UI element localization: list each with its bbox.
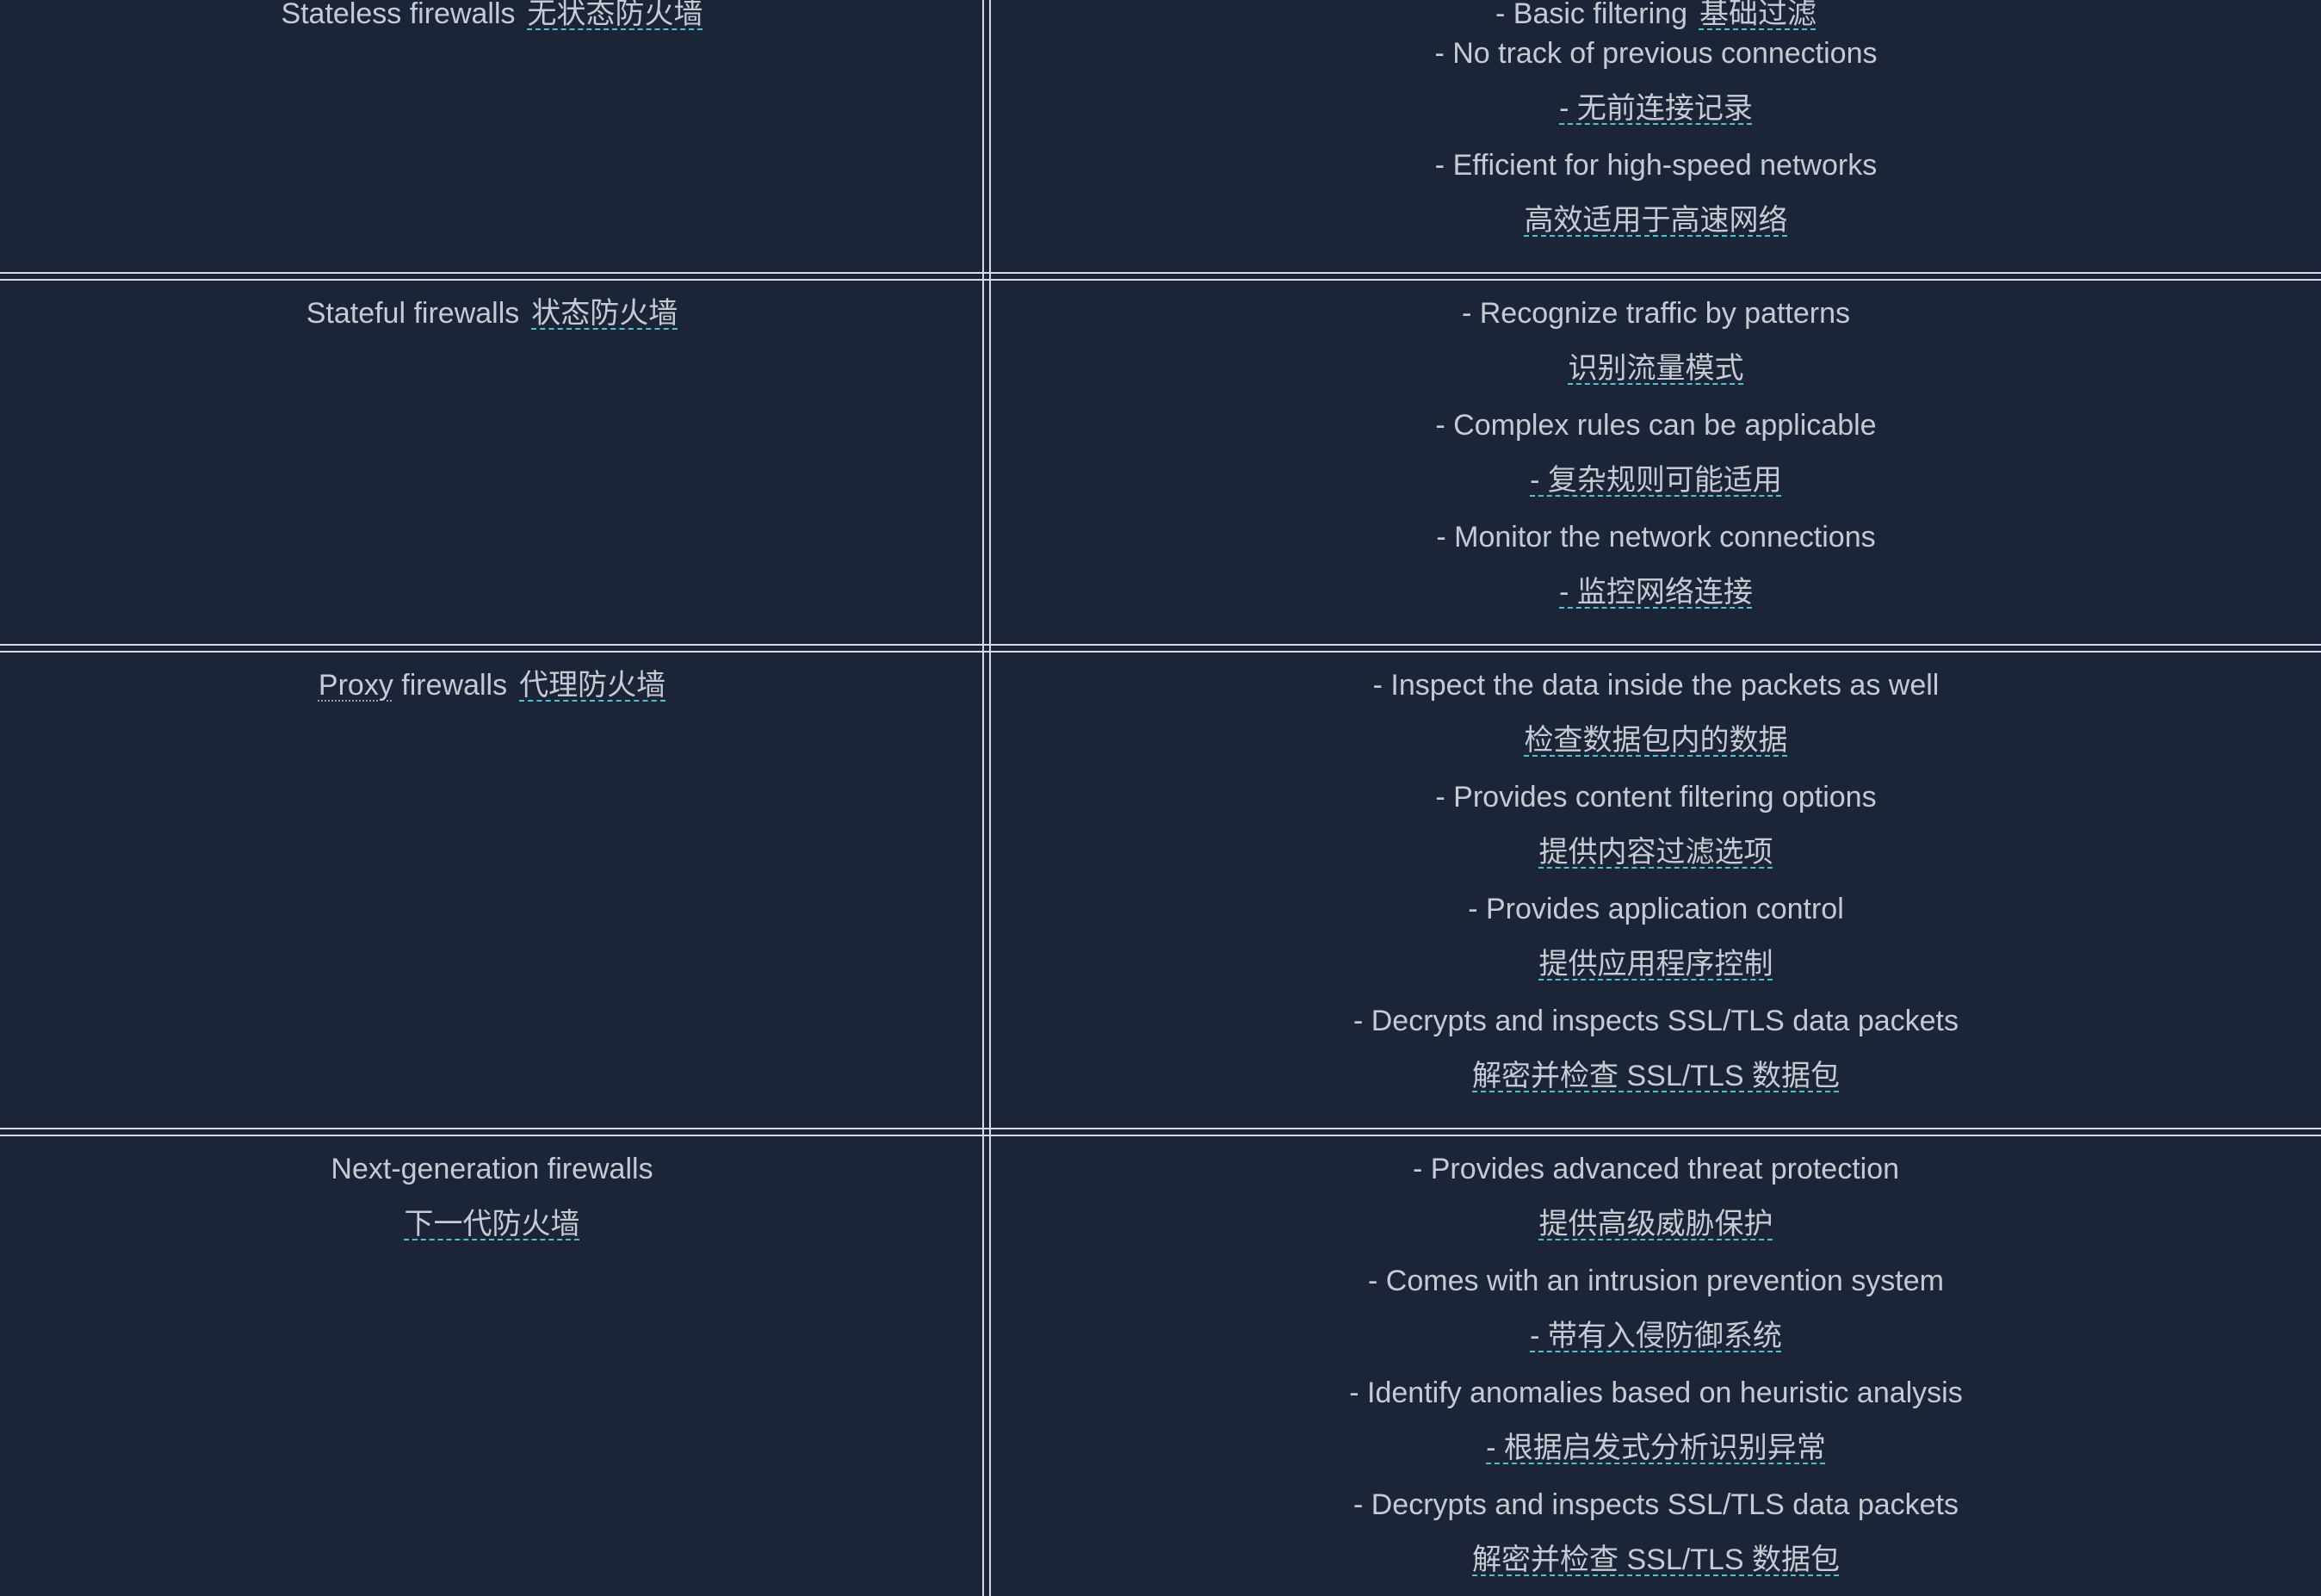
firewall-type-cell: Stateful firewalls 状态防火墙 <box>0 281 984 644</box>
firewall-comparison-table: Stateless firewalls 无状态防火墙 - Basic filter… <box>0 0 2321 1596</box>
table-row-next-generation: Next-generation firewalls 下一代防火墙 - Provi… <box>0 1136 2321 1596</box>
firewall-type-en: firewalls <box>401 669 508 702</box>
table-row-proxy: Proxy firewalls 代理防火墙 - Inspect the data … <box>0 653 2321 1128</box>
features-cell: - Recognize traffic by patterns 识别流量模式 -… <box>991 281 2321 644</box>
feature-zh[interactable]: - 带有入侵防御系统 <box>1530 1320 1782 1352</box>
feature-en-line: - Recognize traffic by patterns <box>1461 297 1851 330</box>
feature-en-line: - Complex rules can be applicable <box>1435 409 1877 442</box>
feature-zh[interactable]: - 根据启发式分析识别异常 <box>1486 1432 1826 1464</box>
feature-en-line: - Inspect the data inside the packets as… <box>1372 669 1940 702</box>
feature-zh[interactable]: - 监控网络连接 <box>1559 576 1753 609</box>
feature-zh[interactable]: 解密并检查 SSL/TLS 数据包 <box>1472 1543 1840 1576</box>
feature-zh-line: 解密并检查 SSL/TLS 数据包 <box>991 1541 2321 1579</box>
feature-en-line: - Comes with an intrusion prevention sys… <box>1368 1265 1944 1297</box>
feature-en-line: - Monitor the network connections <box>1436 521 1876 554</box>
firewall-type-zh[interactable]: 无状态防火墙 <box>528 0 703 30</box>
feature-zh[interactable]: 高效适用于高速网络 <box>1525 204 1788 237</box>
feature-zh-line: 解密并检查 SSL/TLS 数据包 <box>991 1057 2321 1095</box>
feature-zh-line: 识别流量模式 <box>991 350 2321 387</box>
firewall-type-name: Stateless firewalls 无状态防火墙 <box>0 0 984 33</box>
column-divider <box>982 0 991 1596</box>
feature-zh-line: 检查数据包内的数据 <box>991 721 2321 759</box>
feature-en-line: - Efficient for high-speed networks <box>1434 149 1878 182</box>
feature-zh[interactable]: 检查数据包内的数据 <box>1525 724 1788 757</box>
firewall-type-cell: Stateless firewalls 无状态防火墙 <box>0 0 984 272</box>
firewall-type-cell: Proxy firewalls 代理防火墙 <box>0 653 984 1128</box>
feature-en-line: - Provides advanced threat protection <box>1412 1153 1900 1185</box>
firewall-type-en-marked[interactable]: Proxy <box>319 669 393 702</box>
features-cell: - Basic filtering 基础过滤 - No track of prev… <box>991 0 2321 272</box>
row-divider <box>0 272 2321 281</box>
feature-zh[interactable]: 识别流量模式 <box>1569 352 1744 385</box>
feature-zh[interactable]: 提供高级威胁保护 <box>1539 1208 1773 1240</box>
firewall-type-cell: Next-generation firewalls 下一代防火墙 <box>0 1136 984 1596</box>
firewall-type-zh[interactable]: 下一代防火墙 <box>405 1208 580 1240</box>
feature-zh-line: 提供内容过滤选项 <box>991 833 2321 871</box>
feature-en-line: - Provides application control <box>1468 893 1844 925</box>
feature-en-line: - Decrypts and inspects SSL/TLS data pac… <box>1352 1005 1959 1037</box>
row-divider <box>0 644 2321 653</box>
firewall-type-en: Next-generation firewalls <box>331 1153 653 1185</box>
firewall-type-name: Proxy firewalls 代理防火墙 <box>0 666 984 704</box>
feature-zh[interactable]: 解密并检查 SSL/TLS 数据包 <box>1472 1060 1840 1092</box>
feature-zh[interactable]: - 无前连接记录 <box>1559 92 1753 125</box>
firewall-type-zh-line: 下一代防火墙 <box>0 1205 984 1243</box>
firewall-type-en: Stateful firewalls <box>306 297 520 330</box>
feature-zh-line: - 无前连接记录 <box>991 90 2321 127</box>
feature-zh[interactable]: 基础过滤 <box>1699 0 1817 30</box>
feature-en: - Basic filtering <box>1495 0 1687 30</box>
feature-zh-line: 提供高级威胁保护 <box>991 1205 2321 1243</box>
feature-zh[interactable]: - 复杂规则可能适用 <box>1530 464 1782 497</box>
firewall-type-zh[interactable]: 代理防火墙 <box>519 669 665 702</box>
firewall-type-name: Stateful firewalls 状态防火墙 <box>0 294 984 332</box>
feature-zh-line: - 根据启发式分析识别异常 <box>991 1429 2321 1467</box>
feature-line: - Basic filtering 基础过滤 <box>991 0 2321 33</box>
firewall-type-zh[interactable]: 状态防火墙 <box>531 297 678 330</box>
feature-zh-line: - 监控网络连接 <box>991 573 2321 611</box>
feature-en-line: - Provides content filtering options <box>1435 781 1877 813</box>
feature-zh-line: 高效适用于高速网络 <box>991 201 2321 239</box>
feature-en-line: - Identify anomalies based on heuristic … <box>1349 1376 1963 1409</box>
feature-zh-line: - 带有入侵防御系统 <box>991 1317 2321 1355</box>
feature-zh[interactable]: 提供应用程序控制 <box>1539 948 1773 980</box>
features-cell: - Inspect the data inside the packets as… <box>991 653 2321 1128</box>
row-divider <box>0 1128 2321 1136</box>
table-row-stateful: Stateful firewalls 状态防火墙 - Recognize traf… <box>0 281 2321 644</box>
feature-zh[interactable]: 提供内容过滤选项 <box>1539 836 1773 869</box>
firewall-type-en: Stateless firewalls <box>281 0 516 30</box>
feature-en-line: - No track of previous connections <box>1434 37 1878 70</box>
feature-zh-line: - 复杂规则可能适用 <box>991 461 2321 499</box>
table-row-stateless: Stateless firewalls 无状态防火墙 - Basic filter… <box>0 0 2321 272</box>
feature-en-line: - Decrypts and inspects SSL/TLS data pac… <box>1352 1488 1959 1521</box>
features-cell: - Provides advanced threat protection 提供… <box>991 1136 2321 1596</box>
feature-zh-line: 提供应用程序控制 <box>991 945 2321 983</box>
